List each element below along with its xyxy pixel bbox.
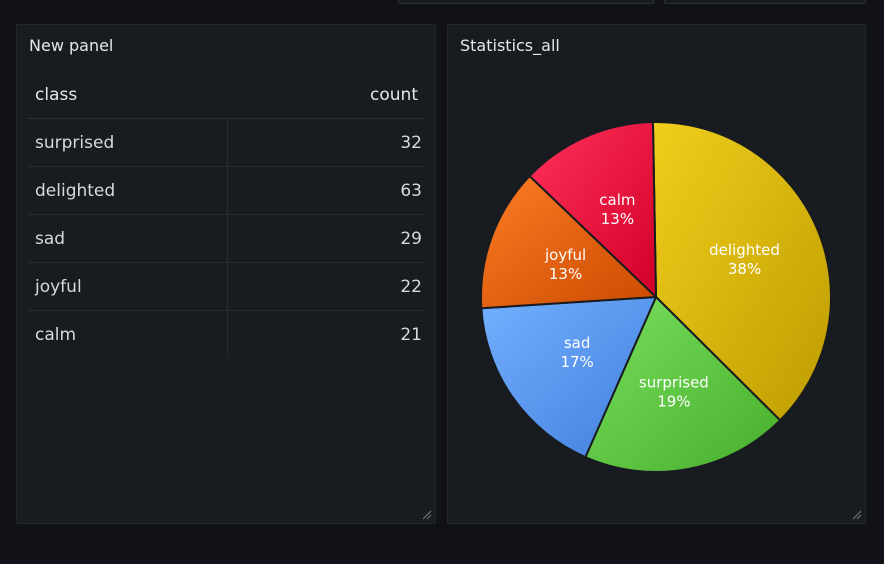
- table-row: delighted 63: [27, 166, 424, 215]
- cell-class: surprised: [27, 118, 228, 167]
- table-row: joyful 22: [27, 262, 424, 311]
- slice-label-calm: calm 13%: [599, 191, 635, 228]
- cell-class: calm: [27, 310, 228, 358]
- cell-class: joyful: [27, 262, 228, 311]
- cell-count: 22: [227, 262, 424, 311]
- cell-count: 21: [400, 324, 422, 345]
- table-row: surprised 32: [27, 118, 424, 167]
- column-header-count[interactable]: count: [227, 85, 424, 119]
- cell-class: delighted: [27, 166, 228, 215]
- column-header-class[interactable]: class: [27, 85, 228, 119]
- pie-panel[interactable]: Statistics_all delighted 38% surprised 19% s…: [447, 24, 866, 524]
- cell-count: 32: [227, 118, 424, 167]
- cell-class: sad: [27, 214, 228, 263]
- cell-count: 29: [227, 214, 424, 263]
- table-row: sad 29: [27, 214, 424, 263]
- table-panel[interactable]: New panel class count surprised 32 delig…: [16, 24, 436, 524]
- panel-title[interactable]: New panel: [29, 36, 113, 55]
- pie-chart: delighted 38%surprised 19%sad 17%joyful 13%c…: [480, 121, 832, 473]
- slice-label-sad: sad 17%: [560, 334, 593, 371]
- resize-handle-icon[interactable]: [850, 508, 862, 520]
- toolbar-stub-2: [664, 0, 866, 4]
- resize-handle-icon[interactable]: [420, 508, 432, 520]
- stats-table: class count surprised 32 delighted 63 sa…: [27, 85, 424, 358]
- toolbar-stub-1: [398, 0, 654, 4]
- slice-label-joyful: joyful 13%: [544, 246, 586, 283]
- cell-count: 63: [227, 166, 424, 215]
- table-row: calm 21: [27, 310, 424, 358]
- table-header-row: class count: [27, 85, 424, 119]
